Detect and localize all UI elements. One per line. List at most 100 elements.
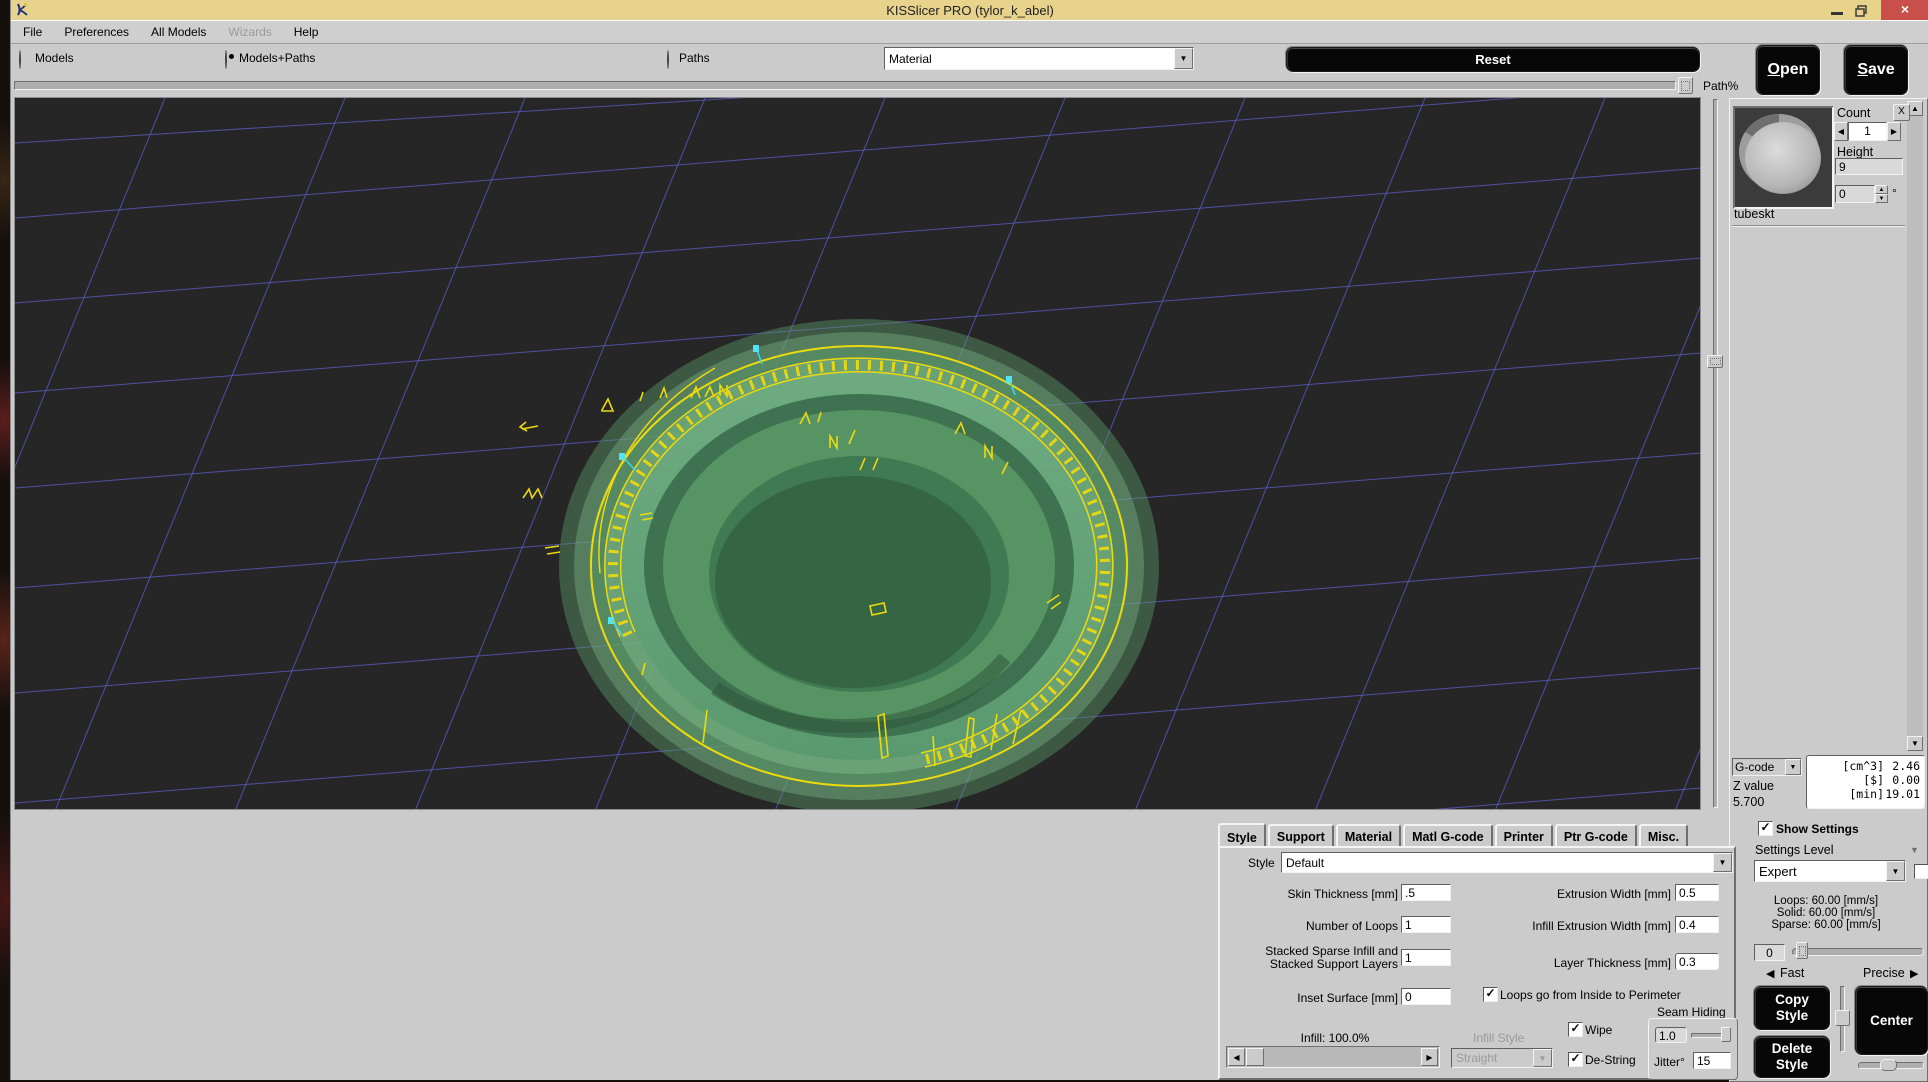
menu-help[interactable]: Help bbox=[294, 25, 319, 39]
style-preset-dropdown[interactable]: Default ▼ bbox=[1281, 852, 1733, 873]
loops-inside-label[interactable]: Loops go from Inside to Perimeter bbox=[1500, 988, 1681, 1002]
path-slider-handle[interactable] bbox=[1678, 77, 1693, 94]
tab-support[interactable]: Support bbox=[1268, 824, 1334, 847]
number-of-loops-label: Number of Loops bbox=[1220, 919, 1398, 933]
close-button[interactable]: × bbox=[1881, 0, 1928, 20]
print-stats-box: [cm^3] 2.46 [$] 0.00 [min] 19.01 bbox=[1806, 755, 1925, 809]
infill-scroll-left-icon[interactable]: ◀ bbox=[1228, 1048, 1245, 1066]
seam-depth-field[interactable]: 1.0 bbox=[1655, 1027, 1687, 1043]
settings-level-expand-icon[interactable]: ▼ bbox=[1910, 845, 1919, 855]
height-label: Height bbox=[1837, 145, 1873, 159]
model-close-button[interactable]: X bbox=[1893, 104, 1910, 121]
center-slider[interactable] bbox=[1858, 1059, 1924, 1071]
radio-paths[interactable] bbox=[667, 50, 669, 69]
quality-slider-handle[interactable] bbox=[1796, 942, 1808, 959]
stacked-layers-field[interactable]: 1 bbox=[1401, 949, 1451, 966]
radio-models[interactable] bbox=[19, 50, 21, 69]
maximize-button[interactable] bbox=[1855, 4, 1867, 16]
wipe-label[interactable]: Wipe bbox=[1585, 1023, 1612, 1037]
delete-style-label: Delete Style bbox=[1767, 1041, 1817, 1072]
material-dropdown[interactable]: Material ▼ bbox=[884, 47, 1194, 70]
quality-threshold-field[interactable]: 0 bbox=[1754, 944, 1785, 961]
speed-solid: Solid: 60.00 [mm/s] bbox=[1740, 907, 1912, 919]
show-settings-checkbox[interactable]: ✓ bbox=[1758, 821, 1773, 836]
infill-percent-label: Infill: 100.0% bbox=[1230, 1031, 1440, 1045]
destring-checkbox[interactable]: ✓ bbox=[1568, 1052, 1583, 1067]
infill-scroll-right-icon[interactable]: ▶ bbox=[1421, 1048, 1438, 1066]
count-field[interactable]: 1 bbox=[1848, 122, 1887, 141]
style-panel-vertical-slider[interactable] bbox=[1835, 986, 1850, 1052]
layer-thickness-label: Layer Thickness [mm] bbox=[1490, 956, 1671, 970]
menu-preferences[interactable]: Preferences bbox=[64, 25, 129, 39]
gcode-dropdown[interactable]: G-code ▼ bbox=[1732, 758, 1802, 776]
stat-cost: [$] 0.00 bbox=[1811, 773, 1920, 787]
style-panel-vslider-handle[interactable] bbox=[1835, 1010, 1850, 1026]
show-settings-label[interactable]: Show Settings bbox=[1776, 822, 1859, 836]
wipe-checkbox[interactable]: ✓ bbox=[1568, 1022, 1583, 1037]
tab-printer[interactable]: Printer bbox=[1495, 824, 1553, 847]
tab-matl-gcode[interactable]: Matl G-code bbox=[1403, 824, 1493, 847]
extrusion-width-field[interactable]: 0.5 bbox=[1675, 884, 1719, 901]
settings-level-dropdown[interactable]: Expert ▼ bbox=[1754, 860, 1906, 882]
viewport-3d[interactable] bbox=[14, 97, 1701, 810]
inset-surface-label: Inset Surface [mm] bbox=[1220, 991, 1398, 1005]
settings-level-arrow-icon[interactable]: ▼ bbox=[1886, 861, 1905, 881]
model-name: tubeskt bbox=[1734, 207, 1774, 221]
destring-label[interactable]: De-String bbox=[1585, 1053, 1636, 1067]
scroll-down-icon[interactable]: ▼ bbox=[1907, 736, 1923, 751]
model-close-icon: X bbox=[1898, 106, 1905, 117]
loops-inside-checkbox[interactable]: ✓ bbox=[1483, 987, 1498, 1002]
tab-misc[interactable]: Misc. bbox=[1639, 824, 1688, 847]
minimize-button[interactable] bbox=[1831, 12, 1843, 15]
count-increment[interactable]: ▶ bbox=[1887, 122, 1901, 141]
stat-cost-value: 0.00 bbox=[1884, 773, 1920, 787]
restore-icon bbox=[1855, 5, 1867, 17]
menu-file[interactable]: File bbox=[23, 25, 42, 39]
stat-volume: [cm^3] 2.46 bbox=[1811, 759, 1920, 773]
seam-slider-handle[interactable] bbox=[1721, 1027, 1731, 1042]
layer-thickness-field[interactable]: 0.3 bbox=[1675, 953, 1719, 970]
level-extra-checkbox[interactable] bbox=[1914, 864, 1928, 879]
skin-thickness-label: Skin Thickness [mm] bbox=[1220, 887, 1398, 901]
rotation-field[interactable]: 0 bbox=[1835, 185, 1875, 203]
count-decrement[interactable]: ◀ bbox=[1834, 122, 1848, 141]
jitter-field[interactable]: 15 bbox=[1693, 1052, 1731, 1069]
delete-style-button[interactable]: Delete Style bbox=[1754, 1036, 1830, 1078]
save-button[interactable]: Save bbox=[1844, 45, 1908, 95]
speed-summary: Loops: 60.00 [mm/s] Solid: 60.00 [mm/s] … bbox=[1740, 895, 1912, 931]
reset-button[interactable]: Reset bbox=[1286, 47, 1700, 72]
open-button[interactable]: Open bbox=[1756, 45, 1820, 95]
title-bar[interactable]: KISSlicer PRO (tylor_k_abel) × bbox=[11, 0, 1928, 21]
infill-scrollbar[interactable]: ◀ ▶ bbox=[1226, 1046, 1440, 1068]
fast-arrow-icon: ◀ bbox=[1766, 967, 1774, 980]
radio-models-label[interactable]: Models bbox=[35, 51, 74, 65]
tab-ptr-gcode[interactable]: Ptr G-code bbox=[1555, 824, 1637, 847]
viewport-vertical-slider-handle[interactable] bbox=[1707, 355, 1723, 368]
material-dropdown-arrow-icon[interactable]: ▼ bbox=[1174, 48, 1193, 69]
model-thumbnail[interactable] bbox=[1733, 106, 1834, 209]
radio-models-paths-label[interactable]: Models+Paths bbox=[239, 51, 315, 65]
number-of-loops-field[interactable]: 1 bbox=[1401, 916, 1451, 933]
tab-material[interactable]: Material bbox=[1336, 824, 1401, 847]
infill-scrollbar-thumb[interactable] bbox=[1246, 1048, 1264, 1066]
tab-style[interactable]: Style bbox=[1218, 823, 1266, 848]
infill-extrusion-width-field[interactable]: 0.4 bbox=[1675, 916, 1719, 933]
center-button[interactable]: Center bbox=[1855, 986, 1928, 1055]
viewport-vertical-slider[interactable] bbox=[1705, 97, 1725, 810]
radio-paths-label[interactable]: Paths bbox=[679, 51, 710, 65]
center-label: Center bbox=[1870, 1013, 1913, 1028]
style-preset-arrow-icon[interactable]: ▼ bbox=[1713, 853, 1732, 872]
copy-style-button[interactable]: Copy Style bbox=[1754, 986, 1830, 1030]
infill-style-arrow-icon: ▼ bbox=[1533, 1049, 1552, 1067]
menu-all-models[interactable]: All Models bbox=[151, 25, 206, 39]
inset-surface-field[interactable]: 0 bbox=[1401, 988, 1451, 1005]
gcode-dropdown-arrow-icon[interactable]: ▼ bbox=[1785, 759, 1801, 775]
radio-models-paths[interactable] bbox=[225, 50, 227, 69]
model-panel-scrollbar[interactable]: ▲ ▼ bbox=[1907, 101, 1923, 751]
skin-thickness-field[interactable]: .5 bbox=[1401, 884, 1451, 901]
quality-slider-track[interactable] bbox=[1792, 948, 1924, 956]
height-field[interactable]: 9 bbox=[1835, 158, 1903, 175]
path-slider-track[interactable] bbox=[14, 81, 1676, 90]
rotation-stepper[interactable]: ▲ ▼ bbox=[1875, 185, 1888, 203]
center-slider-handle[interactable] bbox=[1880, 1059, 1897, 1071]
